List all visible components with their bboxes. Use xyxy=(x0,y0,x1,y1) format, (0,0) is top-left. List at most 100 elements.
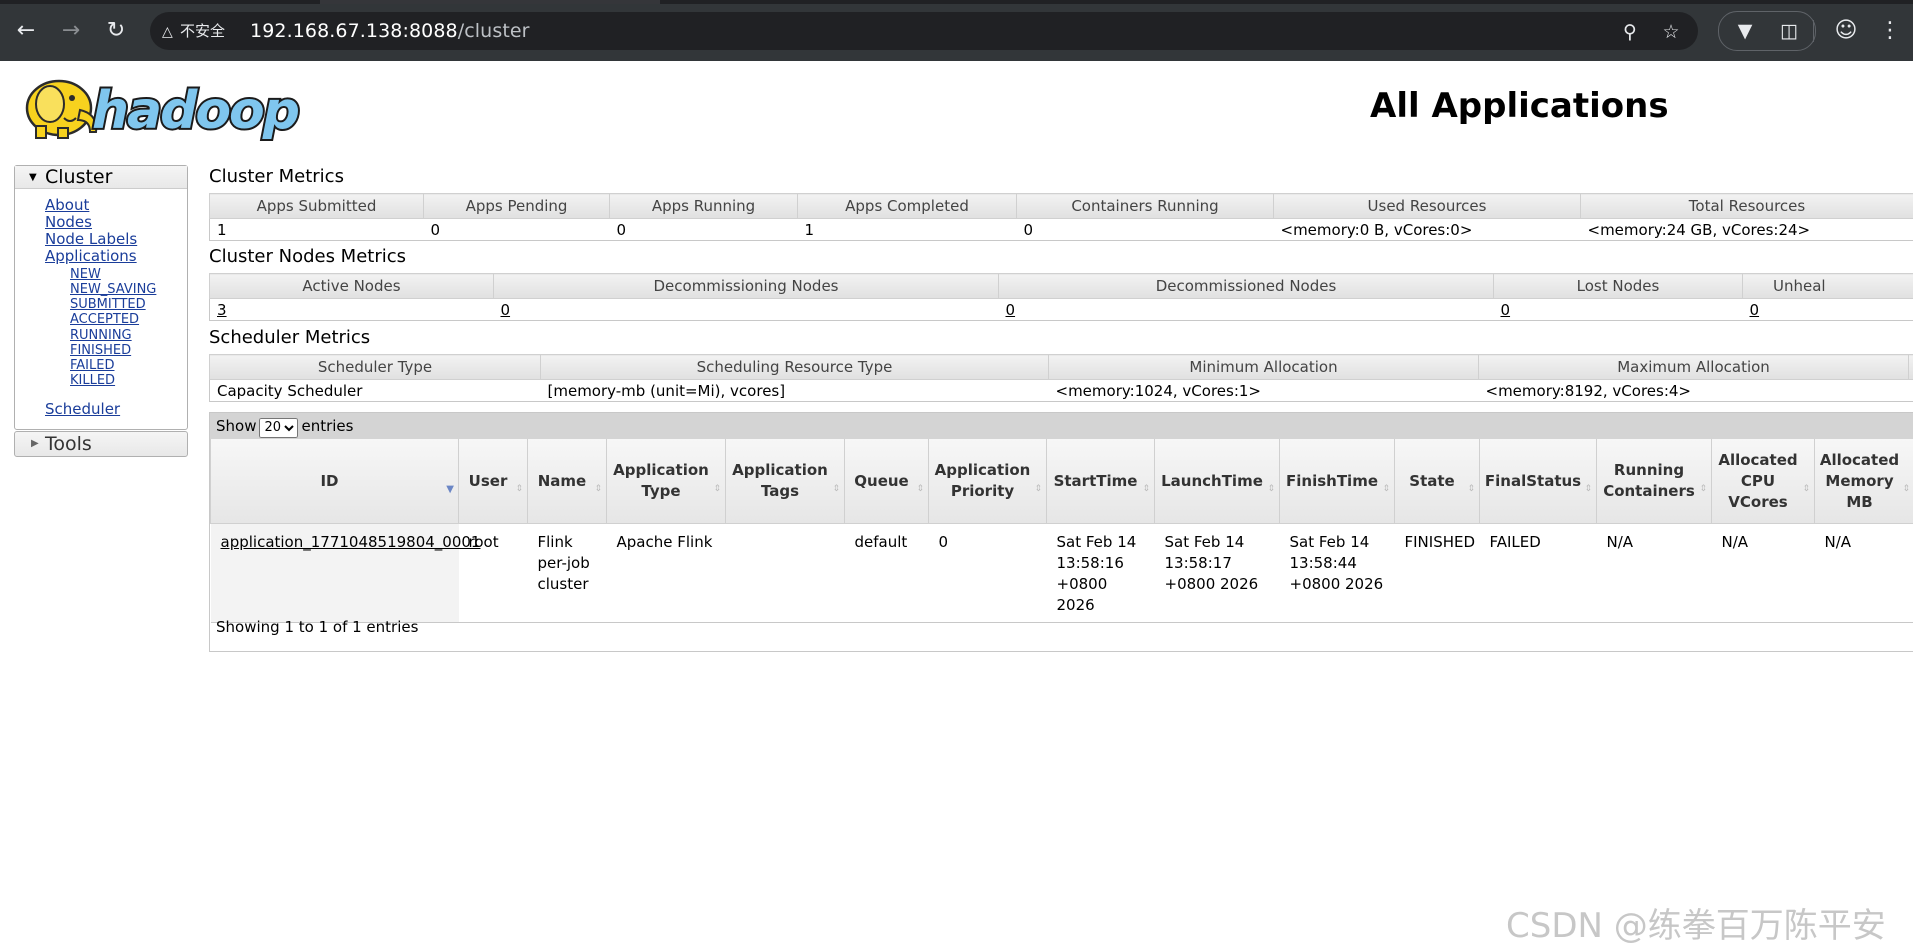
menu-icon[interactable]: ⋮ xyxy=(1874,15,1906,47)
sort-icon: ⇕ xyxy=(594,484,602,494)
application-id-link[interactable]: application_1771048519804_0001 xyxy=(221,533,481,551)
metric-used-resources: <memory:0 B, vCores:0> xyxy=(1273,218,1581,241)
url-text[interactable]: 192.168.67.138:8088/cluster xyxy=(250,20,530,42)
nav-link-node-labels[interactable]: Node Labels xyxy=(45,230,137,248)
svg-text:hadoop: hadoop xyxy=(92,81,299,141)
column-header-launch-time[interactable]: LaunchTime ⇕ xyxy=(1154,439,1280,524)
profile-icon[interactable]: ☺ xyxy=(1830,15,1862,47)
decommissioning-nodes-link[interactable]: 0 xyxy=(501,301,511,319)
sort-icon: ⇕ xyxy=(1467,484,1475,494)
cell-application-tags xyxy=(725,523,845,623)
address-bar[interactable]: △ 不安全 192.168.67.138:8088/cluster ⚲ ☆ xyxy=(150,12,1698,50)
column-header-label: State xyxy=(1409,471,1455,490)
column-header-label: ID xyxy=(320,471,339,490)
column-header: Apps Running xyxy=(609,193,798,219)
column-header: Active Nodes xyxy=(209,273,494,299)
nav-link-state-new[interactable]: NEW xyxy=(70,267,101,282)
column-header: Used Resources xyxy=(1273,193,1581,219)
scheduler-type: Capacity Scheduler xyxy=(209,379,541,402)
cluster-nav-header[interactable]: ▼ Cluster xyxy=(15,166,187,189)
vpn-icon[interactable]: ▼ xyxy=(1731,17,1759,45)
decommissioned-nodes-link[interactable]: 0 xyxy=(1006,301,1016,319)
nav-link-state-failed[interactable]: FAILED xyxy=(70,358,114,373)
cell-allocated-memory: N/A xyxy=(1814,523,1913,623)
sort-icon: ⇕ xyxy=(713,484,721,494)
zoom-icon[interactable]: ⚲ xyxy=(1616,18,1644,46)
nav-link-state-killed[interactable]: KILLED xyxy=(70,373,115,388)
column-header-final-status[interactable]: FinalStatus ⇕ xyxy=(1479,439,1597,524)
show-label: Show xyxy=(216,417,257,435)
nav-link-applications[interactable]: Applications xyxy=(45,247,137,265)
nav-link-nodes[interactable]: Nodes xyxy=(45,213,92,231)
active-nodes-link[interactable]: 3 xyxy=(217,301,227,319)
nav-link-state-finished[interactable]: FINISHED xyxy=(70,343,131,358)
page-size-select[interactable]: 20 xyxy=(259,417,299,438)
unhealthy-nodes-link[interactable]: 0 xyxy=(1750,301,1760,319)
metric-apps-completed: 1 xyxy=(797,218,1017,241)
star-icon[interactable]: ☆ xyxy=(1657,18,1685,46)
sort-icon: ⇕ xyxy=(1267,484,1275,494)
page-title: All Applications xyxy=(1370,86,1669,126)
column-header-label: Allocated Memory MB xyxy=(1819,450,1900,511)
active-tab[interactable] xyxy=(320,0,660,4)
cell-name: Flink per-job cluster xyxy=(527,523,607,623)
sort-desc-icon: ▼ xyxy=(446,484,454,495)
column-header-running-containers[interactable]: Running Containers ⇕ xyxy=(1596,439,1712,524)
column-header-application-tags[interactable]: Application Tags ⇕ xyxy=(725,439,845,524)
table-header-row: ID ▼ User ⇕ Name ⇕ Application Type ⇕ Applic… xyxy=(210,439,1913,524)
cell-user: root xyxy=(458,523,528,623)
metric-apps-running: 0 xyxy=(609,218,798,241)
sort-icon: ⇕ xyxy=(916,484,924,494)
tools-nav-label: Tools xyxy=(45,433,92,455)
nav-link-scheduler[interactable]: Scheduler xyxy=(45,400,120,418)
cell-final-status: FAILED xyxy=(1479,523,1597,623)
security-indicator[interactable]: △ 不安全 xyxy=(162,20,225,42)
cluster-nav: ▼ Cluster About Nodes Node Labels Applic… xyxy=(14,165,188,430)
column-header: Apps Submitted xyxy=(209,193,424,219)
forward-icon[interactable]: → xyxy=(55,15,87,47)
column-header-start-time[interactable]: StartTime ⇕ xyxy=(1046,439,1155,524)
column-header-label: Name xyxy=(537,471,587,490)
column-header: Scheduling Resource Type xyxy=(540,354,1049,380)
column-header-label: Application Tags xyxy=(732,461,828,500)
column-header-finish-time[interactable]: FinishTime ⇕ xyxy=(1279,439,1395,524)
column-header-application-priority[interactable]: Application Priority ⇕ xyxy=(928,439,1047,524)
reload-icon[interactable]: ↻ xyxy=(100,15,132,47)
scheduler-metrics-table: Scheduler Type Scheduling Resource Type … xyxy=(209,354,1913,402)
column-header-allocated-memory[interactable]: Allocated Memory MB ⇕ xyxy=(1814,439,1913,524)
hadoop-logo[interactable]: hadoop xyxy=(14,70,314,143)
column-header-id[interactable]: ID ▼ xyxy=(210,439,459,524)
column-header-application-type[interactable]: Application Type ⇕ xyxy=(606,439,726,524)
lost-nodes-link[interactable]: 0 xyxy=(1501,301,1511,319)
nav-link-state-new-saving[interactable]: NEW_SAVING xyxy=(70,282,156,297)
column-header: Lost Nodes xyxy=(1493,273,1743,299)
extensions-group: ▼ ◫ xyxy=(1718,11,1816,51)
column-header: Decommissioning Nodes xyxy=(493,273,999,299)
tools-nav-header[interactable]: ▶ Tools xyxy=(14,431,188,457)
column-header-state[interactable]: State ⇕ xyxy=(1394,439,1480,524)
column-header-queue[interactable]: Queue ⇕ xyxy=(844,439,929,524)
column-header: Minimum Allocation xyxy=(1048,354,1479,380)
column-header-label: User xyxy=(468,471,508,490)
column-header: Maximum Allocation xyxy=(1478,354,1909,380)
security-label: 不安全 xyxy=(180,22,226,40)
column-header-label: Running Containers xyxy=(1603,461,1695,500)
back-icon[interactable]: ← xyxy=(10,15,42,47)
nav-link-about[interactable]: About xyxy=(45,196,89,214)
nav-link-state-submitted[interactable]: SUBMITTED xyxy=(70,297,146,312)
sort-icon: ⇕ xyxy=(1034,484,1042,494)
column-header-user[interactable]: User ⇕ xyxy=(458,439,528,524)
cell-queue: default xyxy=(844,523,929,623)
sort-icon: ⇕ xyxy=(1382,484,1390,494)
sort-icon: ⇕ xyxy=(1584,484,1592,494)
cell-application-type: Apache Flink xyxy=(606,523,726,623)
url-path: /cluster xyxy=(457,20,530,42)
column-header-name[interactable]: Name ⇕ xyxy=(527,439,607,524)
metric-apps-submitted: 1 xyxy=(209,218,424,241)
column-header-label: Allocated CPU VCores xyxy=(1718,450,1798,511)
nav-link-state-running[interactable]: RUNNING xyxy=(70,328,132,343)
column-header-allocated-cpu[interactable]: Allocated CPU VCores ⇕ xyxy=(1711,439,1815,524)
extensions-icon[interactable]: ◫ xyxy=(1775,17,1803,45)
column-header-label: LaunchTime xyxy=(1161,471,1263,490)
nav-link-state-accepted[interactable]: ACCEPTED xyxy=(70,312,139,327)
